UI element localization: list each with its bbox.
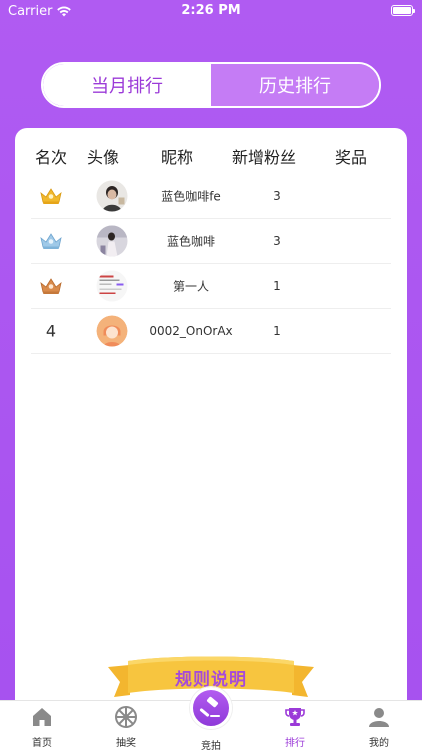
header-avatar: 头像 <box>86 148 120 167</box>
avatar[interactable] <box>96 270 128 302</box>
bronze-crown-icon <box>40 278 62 294</box>
silver-crown-icon <box>40 233 62 249</box>
tab-home[interactable]: 首页 <box>12 705 72 749</box>
ranking-period-switch: 当月排行 历史排行 <box>41 62 381 108</box>
nickname: 0002_OnOrAx <box>149 324 233 338</box>
avatar[interactable] <box>96 225 128 257</box>
header-nickname: 昵称 <box>160 148 194 167</box>
tab-current-month[interactable]: 当月排行 <box>43 64 211 106</box>
tab-history[interactable]: 历史排行 <box>211 64 379 106</box>
table-row[interactable]: 第一人 1 <box>31 264 391 309</box>
ranking-card: 名次 头像 昵称 新增粉丝 奖品 蓝色咖啡fe 3 蓝色咖啡 3 第一人 1 4… <box>15 128 407 728</box>
table-row[interactable]: 蓝色咖啡fe 3 <box>31 174 391 219</box>
wheel-icon <box>115 706 137 728</box>
table-row[interactable]: 4 0002_OnOrAx 1 <box>31 309 391 354</box>
tab-ranking-label: 排行 <box>285 738 305 749</box>
tab-home-label: 首页 <box>32 738 52 749</box>
header-rank: 名次 <box>34 148 68 167</box>
user-icon <box>369 708 389 727</box>
gavel-icon <box>199 696 220 717</box>
home-icon <box>33 708 51 726</box>
avatar[interactable] <box>96 180 128 212</box>
clock: 2:26 PM <box>181 3 241 18</box>
nickname: 蓝色咖啡 <box>166 234 216 249</box>
header-new-fans: 新增粉丝 <box>231 148 297 167</box>
table-row[interactable]: 蓝色咖啡 3 <box>31 219 391 264</box>
tab-ranking[interactable]: 排行 <box>265 705 325 749</box>
battery-icon <box>391 5 415 16</box>
ranking-list: 蓝色咖啡fe 3 蓝色咖啡 3 第一人 1 4 0002_OnOrAx 1 <box>31 174 391 354</box>
new-fans-count: 3 <box>273 189 281 203</box>
trophy-icon <box>285 708 305 726</box>
bottom-tab-bar: 首页 抽奖 竞拍 排行 我的 <box>0 687 422 750</box>
tab-mine[interactable]: 我的 <box>349 705 409 749</box>
tab-mine-label: 我的 <box>369 738 389 749</box>
nickname: 蓝色咖啡fe <box>161 189 221 204</box>
rank-number: 4 <box>45 321 57 341</box>
tab-lottery[interactable]: 抽奖 <box>96 705 156 749</box>
tab-auction-label[interactable]: 竞拍 <box>201 737 221 750</box>
auction-button[interactable] <box>190 687 232 729</box>
header-prize: 奖品 <box>334 148 368 167</box>
new-fans-count: 1 <box>273 324 281 338</box>
tab-lottery-label: 抽奖 <box>116 738 136 749</box>
status-bar: Carrier 2:26 PM <box>0 0 422 22</box>
avatar[interactable] <box>96 315 128 347</box>
gold-crown-icon <box>40 188 62 204</box>
nickname: 第一人 <box>172 279 210 294</box>
new-fans-count: 3 <box>273 234 281 248</box>
new-fans-count: 1 <box>273 279 281 293</box>
table-header: 名次 头像 昵称 新增粉丝 奖品 <box>15 144 407 168</box>
